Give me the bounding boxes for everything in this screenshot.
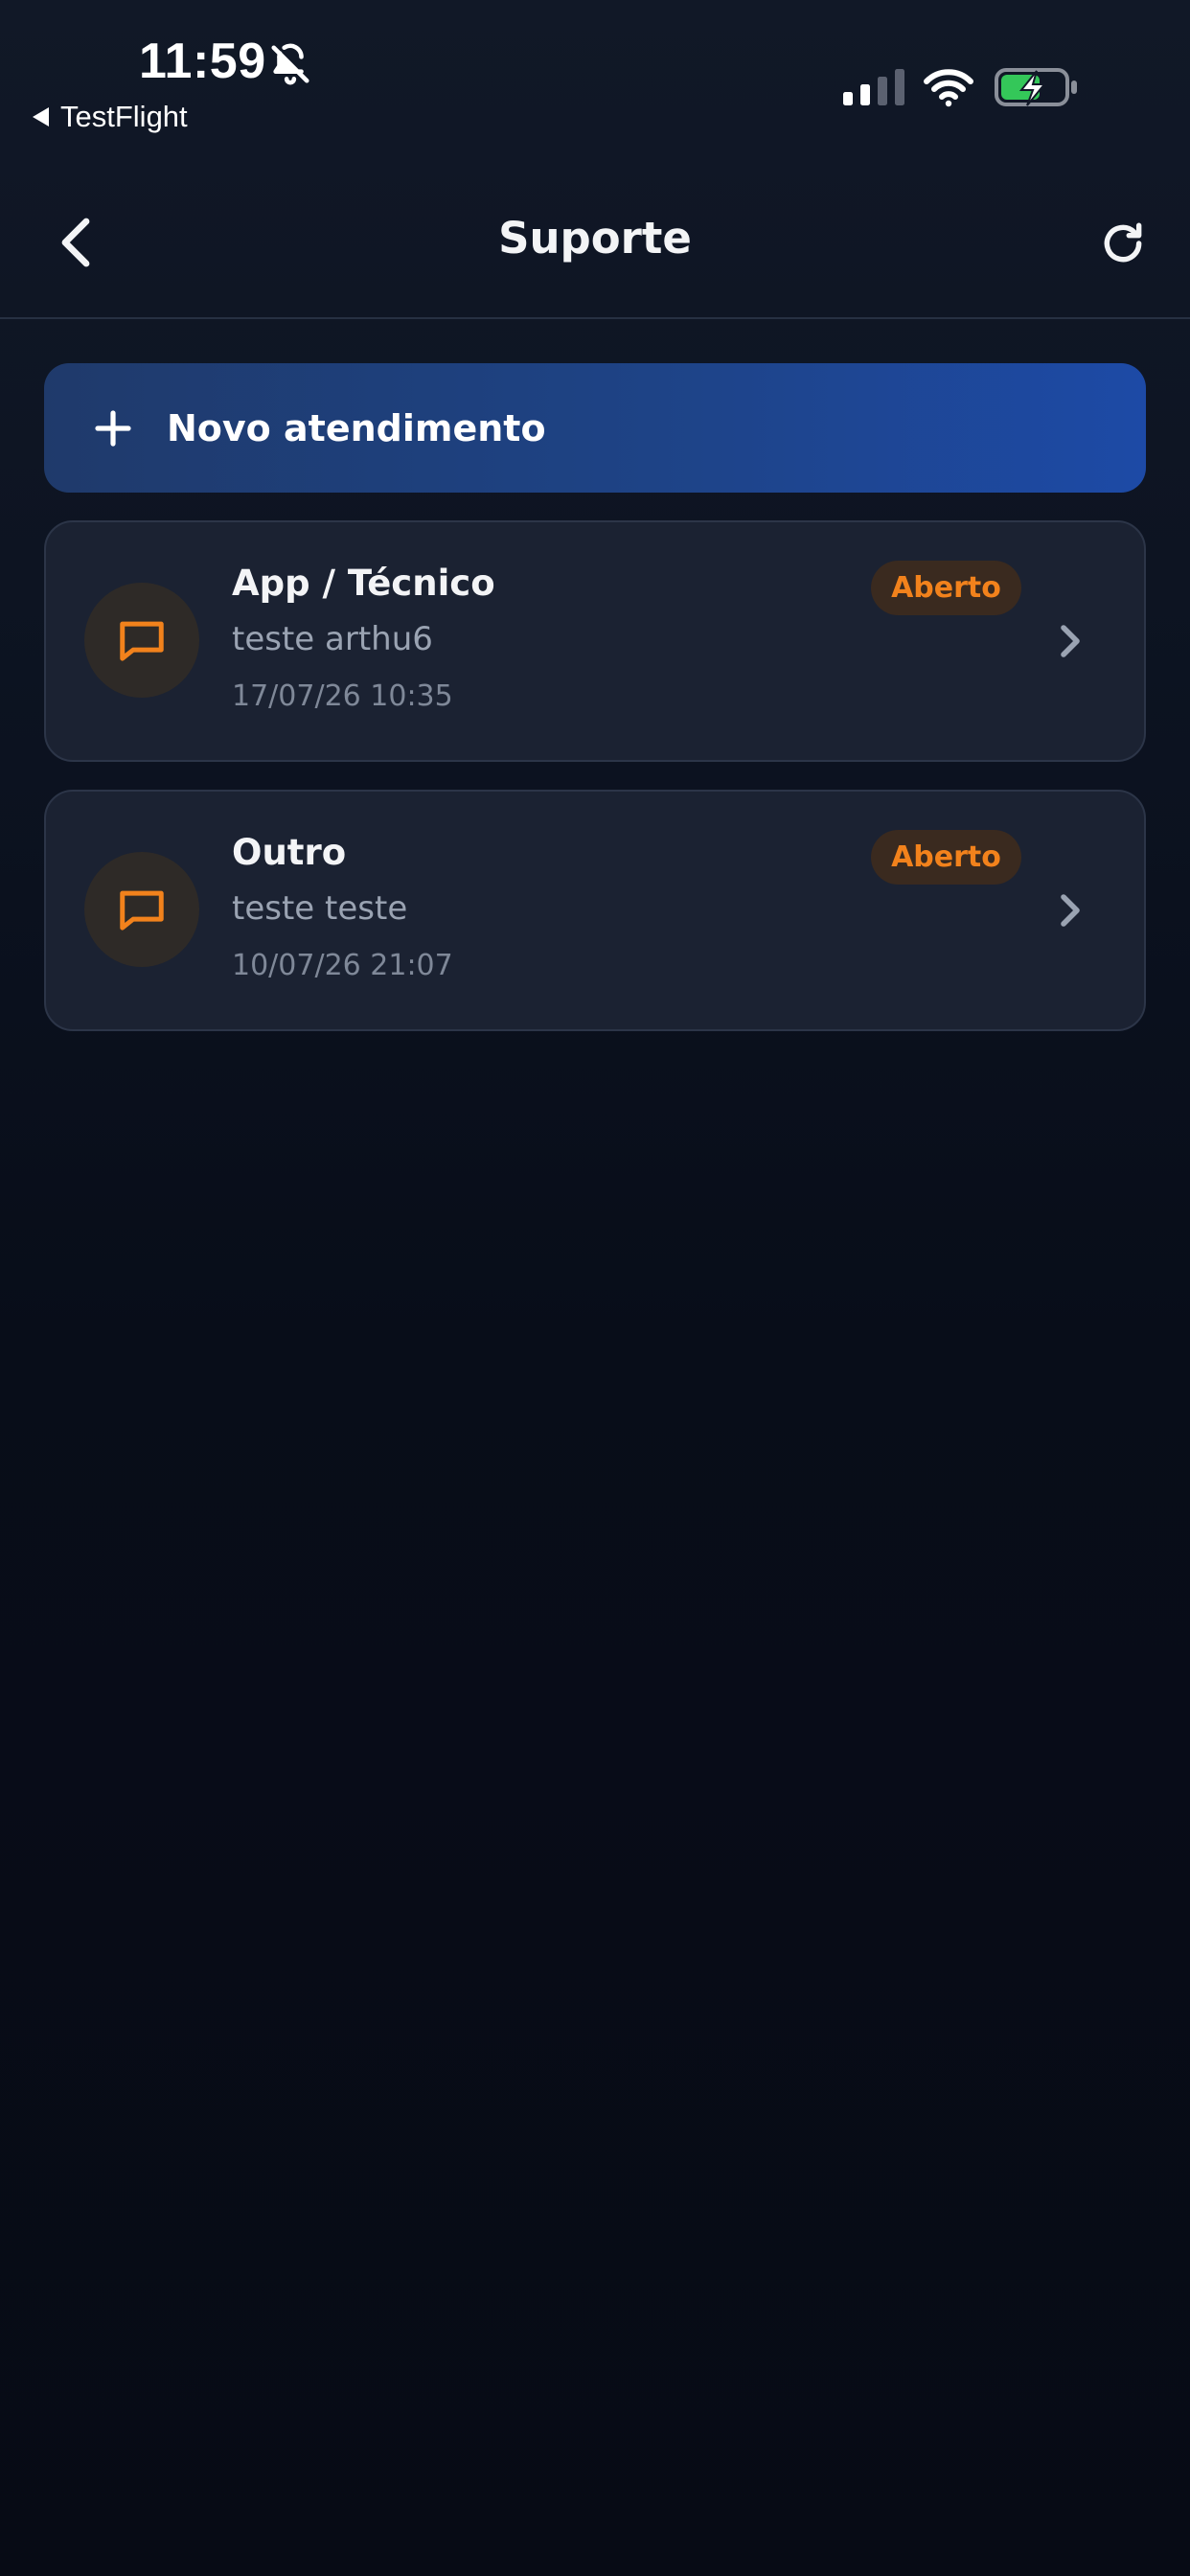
ticket-subject: teste teste xyxy=(232,889,408,928)
ticket-category: Outro xyxy=(232,832,347,873)
plus-icon xyxy=(95,409,131,447)
back-triangle-icon xyxy=(33,107,49,126)
ticket-subject: teste arthu6 xyxy=(232,620,433,658)
wifi-icon xyxy=(924,69,973,107)
back-to-app-link[interactable]: TestFlight xyxy=(33,100,188,134)
battery-charging-icon xyxy=(995,68,1077,106)
new-ticket-label: Novo atendimento xyxy=(167,406,546,449)
message-square-icon xyxy=(120,890,164,931)
status-badge: Aberto xyxy=(871,561,1021,615)
ticket-date: 10/07/26 21:07 xyxy=(232,949,453,982)
ticket-card[interactable]: Outro teste teste 10/07/26 21:07 Aberto xyxy=(44,790,1146,1031)
new-ticket-button[interactable]: Novo atendimento xyxy=(44,363,1146,493)
refresh-icon xyxy=(1104,222,1142,263)
ticket-category: App / Técnico xyxy=(232,563,495,604)
chevron-right-icon xyxy=(1061,625,1080,657)
header-divider xyxy=(0,317,1190,319)
back-app-label: TestFlight xyxy=(60,100,188,133)
ticket-avatar xyxy=(84,852,199,967)
chevron-right-icon xyxy=(1061,894,1080,927)
page-title: Suporte xyxy=(498,213,692,264)
bell-off-icon xyxy=(271,43,309,85)
ticket-date: 17/07/26 10:35 xyxy=(232,679,453,713)
signal-icon xyxy=(843,69,904,105)
ticket-card[interactable]: App / Técnico teste arthu6 17/07/26 10:3… xyxy=(44,520,1146,762)
status-badge: Aberto xyxy=(871,830,1021,885)
status-time: 11:59 xyxy=(139,34,266,89)
ticket-avatar xyxy=(84,583,199,698)
refresh-button[interactable] xyxy=(1092,213,1154,274)
message-square-icon xyxy=(120,621,164,661)
